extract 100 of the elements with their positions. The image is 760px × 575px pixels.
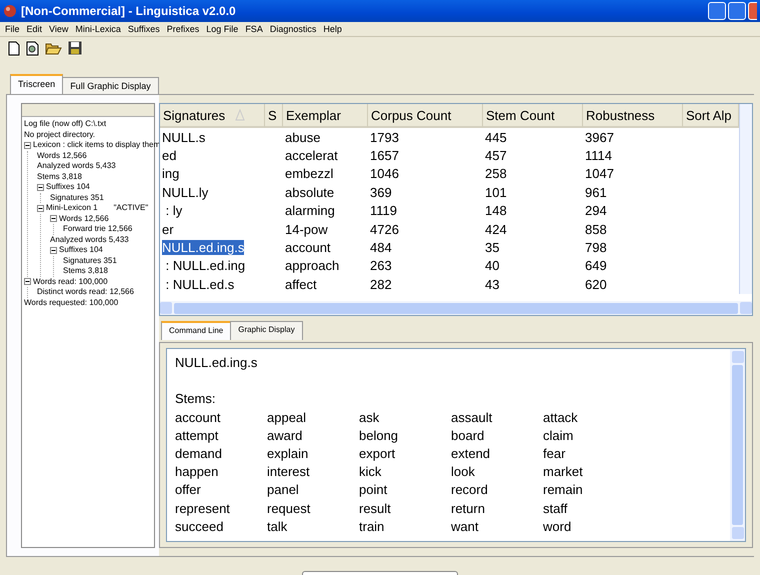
column-header[interactable]: Exemplar xyxy=(283,104,368,128)
collapse-icon[interactable] xyxy=(24,142,31,149)
table-cell: 457 xyxy=(485,148,507,164)
menu-item[interactable]: Log File xyxy=(206,24,238,34)
active-marker: "ACTIVE" xyxy=(114,203,148,214)
stem-word: panel xyxy=(267,481,300,500)
tree-item[interactable]: Suffixes 104 xyxy=(59,245,103,256)
table-cell: 445 xyxy=(485,130,507,145)
stem-word: kick xyxy=(359,463,382,482)
table-cell: approach xyxy=(285,258,340,274)
maximize-button[interactable] xyxy=(728,2,746,20)
stem-word: attack xyxy=(543,408,579,427)
stem-word: staff xyxy=(543,500,568,518)
tree-item[interactable]: Log file (now off) C:\.txt xyxy=(24,119,106,130)
table-cell: embezzl xyxy=(285,166,334,182)
table-cell: absolute xyxy=(285,184,334,200)
tree-item[interactable]: Mini-Lexicon 1 xyxy=(46,203,98,214)
new-file-icon[interactable] xyxy=(8,40,20,56)
collapse-icon[interactable] xyxy=(50,215,57,222)
stem-word: represent xyxy=(175,500,231,518)
horizontal-scrollbar[interactable] xyxy=(160,301,752,316)
minimize-button[interactable] xyxy=(708,2,726,20)
table-cell[interactable]: NULL.ly xyxy=(162,184,208,200)
tree-item[interactable]: Suffixes 104 xyxy=(46,182,90,192)
stem-word: export xyxy=(359,444,396,463)
menu-item[interactable]: Diagnostics xyxy=(270,24,316,34)
column-header[interactable]: Sort Alp xyxy=(683,104,739,128)
table-cell: 1657 xyxy=(370,148,399,164)
table-cell[interactable]: NULL.s xyxy=(162,130,206,145)
table-cell: 3967 xyxy=(585,130,614,145)
table-cell: 369 xyxy=(370,184,392,200)
table-cell[interactable]: : NULL.ed.s xyxy=(162,276,234,292)
collapse-icon[interactable] xyxy=(50,246,57,254)
tree-item[interactable]: Words 12,566 xyxy=(59,214,109,224)
stem-word: train xyxy=(359,518,386,536)
menu-item[interactable]: File xyxy=(5,24,20,34)
close-button[interactable] xyxy=(748,2,757,20)
tree-item[interactable]: Signatures 351 xyxy=(63,256,117,266)
table-cell[interactable]: ing xyxy=(162,166,180,182)
tree-item[interactable]: Stems 3,818 xyxy=(63,266,108,276)
table-cell: alarming xyxy=(285,203,335,218)
tree-item[interactable]: Signatures 351 xyxy=(50,192,104,203)
save-icon[interactable] xyxy=(68,41,82,55)
table-cell[interactable]: : ly xyxy=(162,203,182,218)
column-header[interactable]: Signatures xyxy=(160,104,265,128)
table-cell: 14-pow xyxy=(285,222,328,237)
collapse-icon[interactable] xyxy=(24,278,31,286)
menu-item[interactable]: Edit xyxy=(26,24,42,34)
collapse-icon[interactable] xyxy=(37,184,44,191)
collapse-icon[interactable] xyxy=(37,204,44,212)
table-cell: affect xyxy=(285,276,317,292)
tree-item[interactable]: Analyzed words 5,433 xyxy=(50,234,129,245)
tree-item[interactable]: Stems 3,818 xyxy=(37,172,82,182)
window-title: [Non-Commercial] - Linguistica v2.0.0 xyxy=(21,4,237,18)
table-cell: 620 xyxy=(585,276,607,292)
menu-item[interactable]: FSA xyxy=(245,24,263,34)
vertical-scrollbar[interactable] xyxy=(739,104,752,294)
table-cell[interactable]: er xyxy=(162,222,174,237)
vertical-scrollbar[interactable] xyxy=(730,349,745,541)
column-header[interactable]: S xyxy=(265,104,283,128)
tree-item[interactable]: Analyzed words 5,433 xyxy=(37,161,116,172)
stem-word: demand xyxy=(175,444,223,463)
table-cell: 1046 xyxy=(370,166,399,182)
menu-item[interactable]: Prefixes xyxy=(166,24,200,34)
menu-item[interactable]: Help xyxy=(323,24,342,34)
tab[interactable]: Command Line xyxy=(161,321,232,340)
tab[interactable]: Graphic Display xyxy=(230,321,303,340)
table-cell: 424 xyxy=(485,222,507,237)
stem-word: want xyxy=(451,518,480,536)
tree-item[interactable]: Words requested: 100,000 xyxy=(24,298,118,308)
menu-item[interactable]: Suffixes xyxy=(128,24,160,34)
column-header[interactable]: Robustness xyxy=(583,104,683,128)
stem-word: claim xyxy=(543,426,574,445)
tree-item[interactable]: Words 12,566 xyxy=(37,150,87,161)
menu-item[interactable]: Mini-Lexica xyxy=(75,24,121,34)
tree-item[interactable]: Forward trie 12,566 xyxy=(63,224,132,234)
tree-item[interactable]: Distinct words read: 12,566 xyxy=(37,287,134,298)
table-cell: 4726 xyxy=(370,222,399,237)
table-cell[interactable]: ed xyxy=(162,148,176,164)
table-cell[interactable]: : NULL.ed.ing xyxy=(162,258,246,274)
tab[interactable]: Full Graphic Display xyxy=(62,77,159,94)
tree-item[interactable]: No project directory. xyxy=(24,130,95,140)
table-cell: 484 xyxy=(370,240,392,256)
tab[interactable]: Triscreen xyxy=(10,74,64,94)
table-cell: 961 xyxy=(585,184,607,200)
menu-item[interactable]: View xyxy=(49,24,68,34)
stem-word: succeed xyxy=(175,518,224,536)
stem-word: fear xyxy=(543,444,566,463)
column-header[interactable]: Corpus Count xyxy=(368,104,483,128)
open-folder-icon[interactable] xyxy=(45,41,62,55)
table-cell[interactable]: NULL.ed.ing.s xyxy=(162,240,244,256)
table-cell: abuse xyxy=(285,130,320,145)
stem-word: offer xyxy=(175,481,202,500)
stem-word: look xyxy=(451,463,476,482)
output-text-area[interactable] xyxy=(166,348,746,542)
tree-item[interactable]: Words read: 100,000 xyxy=(33,276,108,287)
column-header[interactable]: Stem Count xyxy=(483,104,583,128)
stem-word: assault xyxy=(451,408,494,427)
stem-word: remain xyxy=(543,481,584,500)
table-cell: 282 xyxy=(370,276,392,292)
